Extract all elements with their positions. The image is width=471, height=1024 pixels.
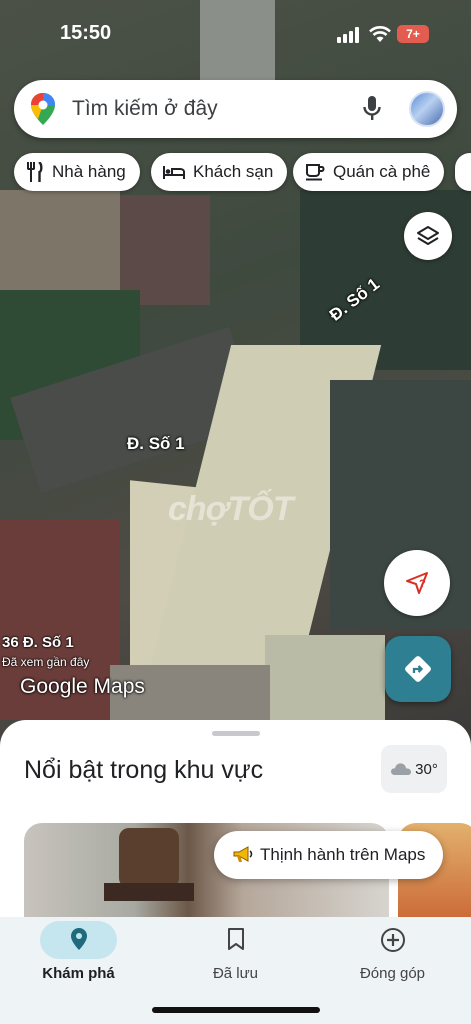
tab-label: Khám phá [42, 965, 115, 982]
add-circle-icon [380, 928, 405, 952]
chip-more[interactable] [455, 153, 471, 191]
cell-signal-icon [337, 27, 359, 43]
location-button[interactable]: ? [384, 550, 450, 616]
megaphone-icon [233, 846, 253, 862]
search-bar[interactable]: Tìm kiếm ở đây [14, 80, 457, 138]
status-bar: 15:50 7+ [0, 0, 471, 70]
bookmark-icon [227, 928, 244, 950]
google-maps-logo: Google Maps [20, 675, 145, 698]
trending-button[interactable]: Thịnh hành trên Maps [214, 831, 444, 879]
wifi-icon [369, 26, 391, 42]
battery-icon: 7+ [397, 25, 429, 43]
microphone-icon[interactable] [363, 95, 381, 123]
tab-label: Đã lưu [212, 965, 259, 982]
explore-pin-icon [70, 928, 87, 950]
chip-coffee[interactable]: Quán cà phê [293, 153, 445, 191]
sheet-title: Nổi bật trong khu vực [24, 756, 264, 784]
chip-hotels[interactable]: Khách sạn [151, 153, 288, 191]
home-indicator [152, 1007, 320, 1013]
bed-icon [163, 166, 185, 179]
layers-button[interactable] [404, 212, 452, 260]
layers-icon [417, 226, 439, 245]
tab-explore[interactable]: Khám phá [0, 917, 157, 1007]
trending-label: Thịnh hành trên Maps [260, 845, 426, 864]
svg-text:?: ? [419, 578, 426, 590]
chip-label: Khách sạn [193, 162, 274, 181]
search-input[interactable]: Tìm kiếm ở đây [72, 97, 218, 121]
tab-saved[interactable]: Đã lưu [157, 917, 314, 1007]
chip-label: Quán cà phê [333, 162, 431, 181]
status-time: 15:50 [60, 22, 112, 44]
tab-label: Đóng góp [359, 965, 426, 982]
chip-label: Nhà hàng [52, 162, 126, 181]
sheet-drag-handle[interactable] [212, 731, 260, 736]
place-sublabel: Đã xem gần đây [2, 655, 90, 669]
location-unknown-icon: ? [406, 572, 428, 594]
road-label: Đ. Số 1 [127, 434, 185, 453]
maps-pin-logo-icon [31, 93, 55, 125]
coffee-cup-icon [306, 164, 325, 181]
fork-knife-icon [27, 162, 43, 182]
place-label[interactable]: 36 Đ. Số 1 [2, 634, 74, 651]
directions-button[interactable] [385, 636, 451, 702]
cloud-icon [391, 763, 412, 775]
watermark: chợTỐT [168, 490, 293, 528]
directions-icon [405, 656, 431, 682]
chip-restaurants[interactable]: Nhà hàng [14, 153, 140, 191]
tab-contribute[interactable]: Đóng góp [314, 917, 471, 1007]
weather-temp: 30° [415, 760, 438, 778]
avatar[interactable] [409, 91, 445, 127]
weather-badge[interactable]: 30° [381, 745, 447, 793]
